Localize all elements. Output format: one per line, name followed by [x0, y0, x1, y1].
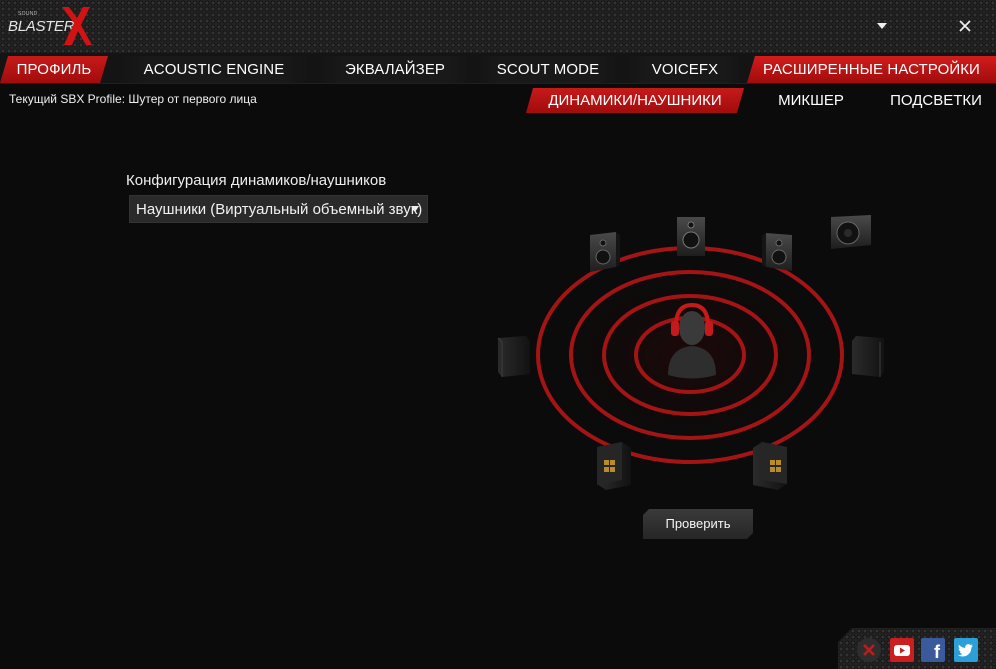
speaker-config-select[interactable]: Наушники (Виртуальный объемный звук) [129, 195, 428, 223]
minimize-button[interactable] [870, 14, 894, 38]
facebook-icon: f [934, 642, 940, 662]
subwoofer-icon [831, 215, 871, 249]
close-circle-button[interactable] [857, 638, 881, 662]
title-bar: SOUND BLASTER [0, 0, 996, 53]
close-button[interactable] [953, 14, 977, 38]
twitter-icon [958, 644, 973, 657]
tab-profile[interactable]: ПРОФИЛЬ [0, 56, 108, 83]
tab-equalizer[interactable]: ЭКВАЛАЙЗЕР [320, 56, 470, 83]
speaker-rear-left-icon [597, 442, 631, 490]
tab-advanced-settings[interactable]: РАСШИРЕННЫЕ НАСТРОЙКИ [747, 56, 996, 83]
tab-acoustic-engine[interactable]: ACOUSTIC ENGINE [118, 56, 310, 83]
twitter-button[interactable] [954, 638, 978, 662]
subtab-lighting[interactable]: ПОДСВЕТКИ [880, 88, 992, 113]
speaker-side-left-icon [497, 336, 530, 377]
config-label: Конфигурация динамиков/наушников [126, 172, 387, 189]
youtube-button[interactable] [890, 638, 914, 662]
facebook-button[interactable]: f [921, 638, 945, 662]
speaker-center-icon [677, 217, 705, 256]
speaker-config-value: Наушники (Виртуальный объемный звук) [136, 201, 423, 218]
chevron-down-icon [877, 23, 887, 29]
main-tab-bar: ПРОФИЛЬ ACOUSTIC ENGINE ЭКВАЛАЙЗЕР SCOUT… [0, 53, 996, 84]
app-logo: SOUND BLASTER [6, 5, 96, 47]
close-circle-icon [863, 644, 875, 656]
test-button[interactable]: Проверить [643, 509, 753, 539]
close-icon [959, 20, 971, 32]
tab-voicefx[interactable]: VOICEFX [628, 56, 742, 83]
speaker-front-right-icon [762, 233, 792, 271]
tab-scout-mode[interactable]: SCOUT MODE [478, 56, 618, 83]
logo-small-text: SOUND [18, 11, 38, 17]
speaker-side-right-icon [852, 336, 884, 377]
speaker-rear-right-icon [753, 442, 787, 490]
dropdown-arrow-icon [411, 206, 419, 212]
youtube-icon [894, 645, 910, 656]
subtab-speakers-headphones[interactable]: ДИНАМИКИ/НАУШНИКИ [526, 88, 744, 113]
speaker-visualization [497, 215, 884, 490]
current-profile-text: Текущий SBX Profile: Шутер от первого ли… [9, 92, 257, 106]
speaker-front-left-icon [590, 232, 620, 272]
subtab-mixer[interactable]: МИКШЕР [765, 88, 857, 113]
logo-x-mark [62, 7, 92, 45]
